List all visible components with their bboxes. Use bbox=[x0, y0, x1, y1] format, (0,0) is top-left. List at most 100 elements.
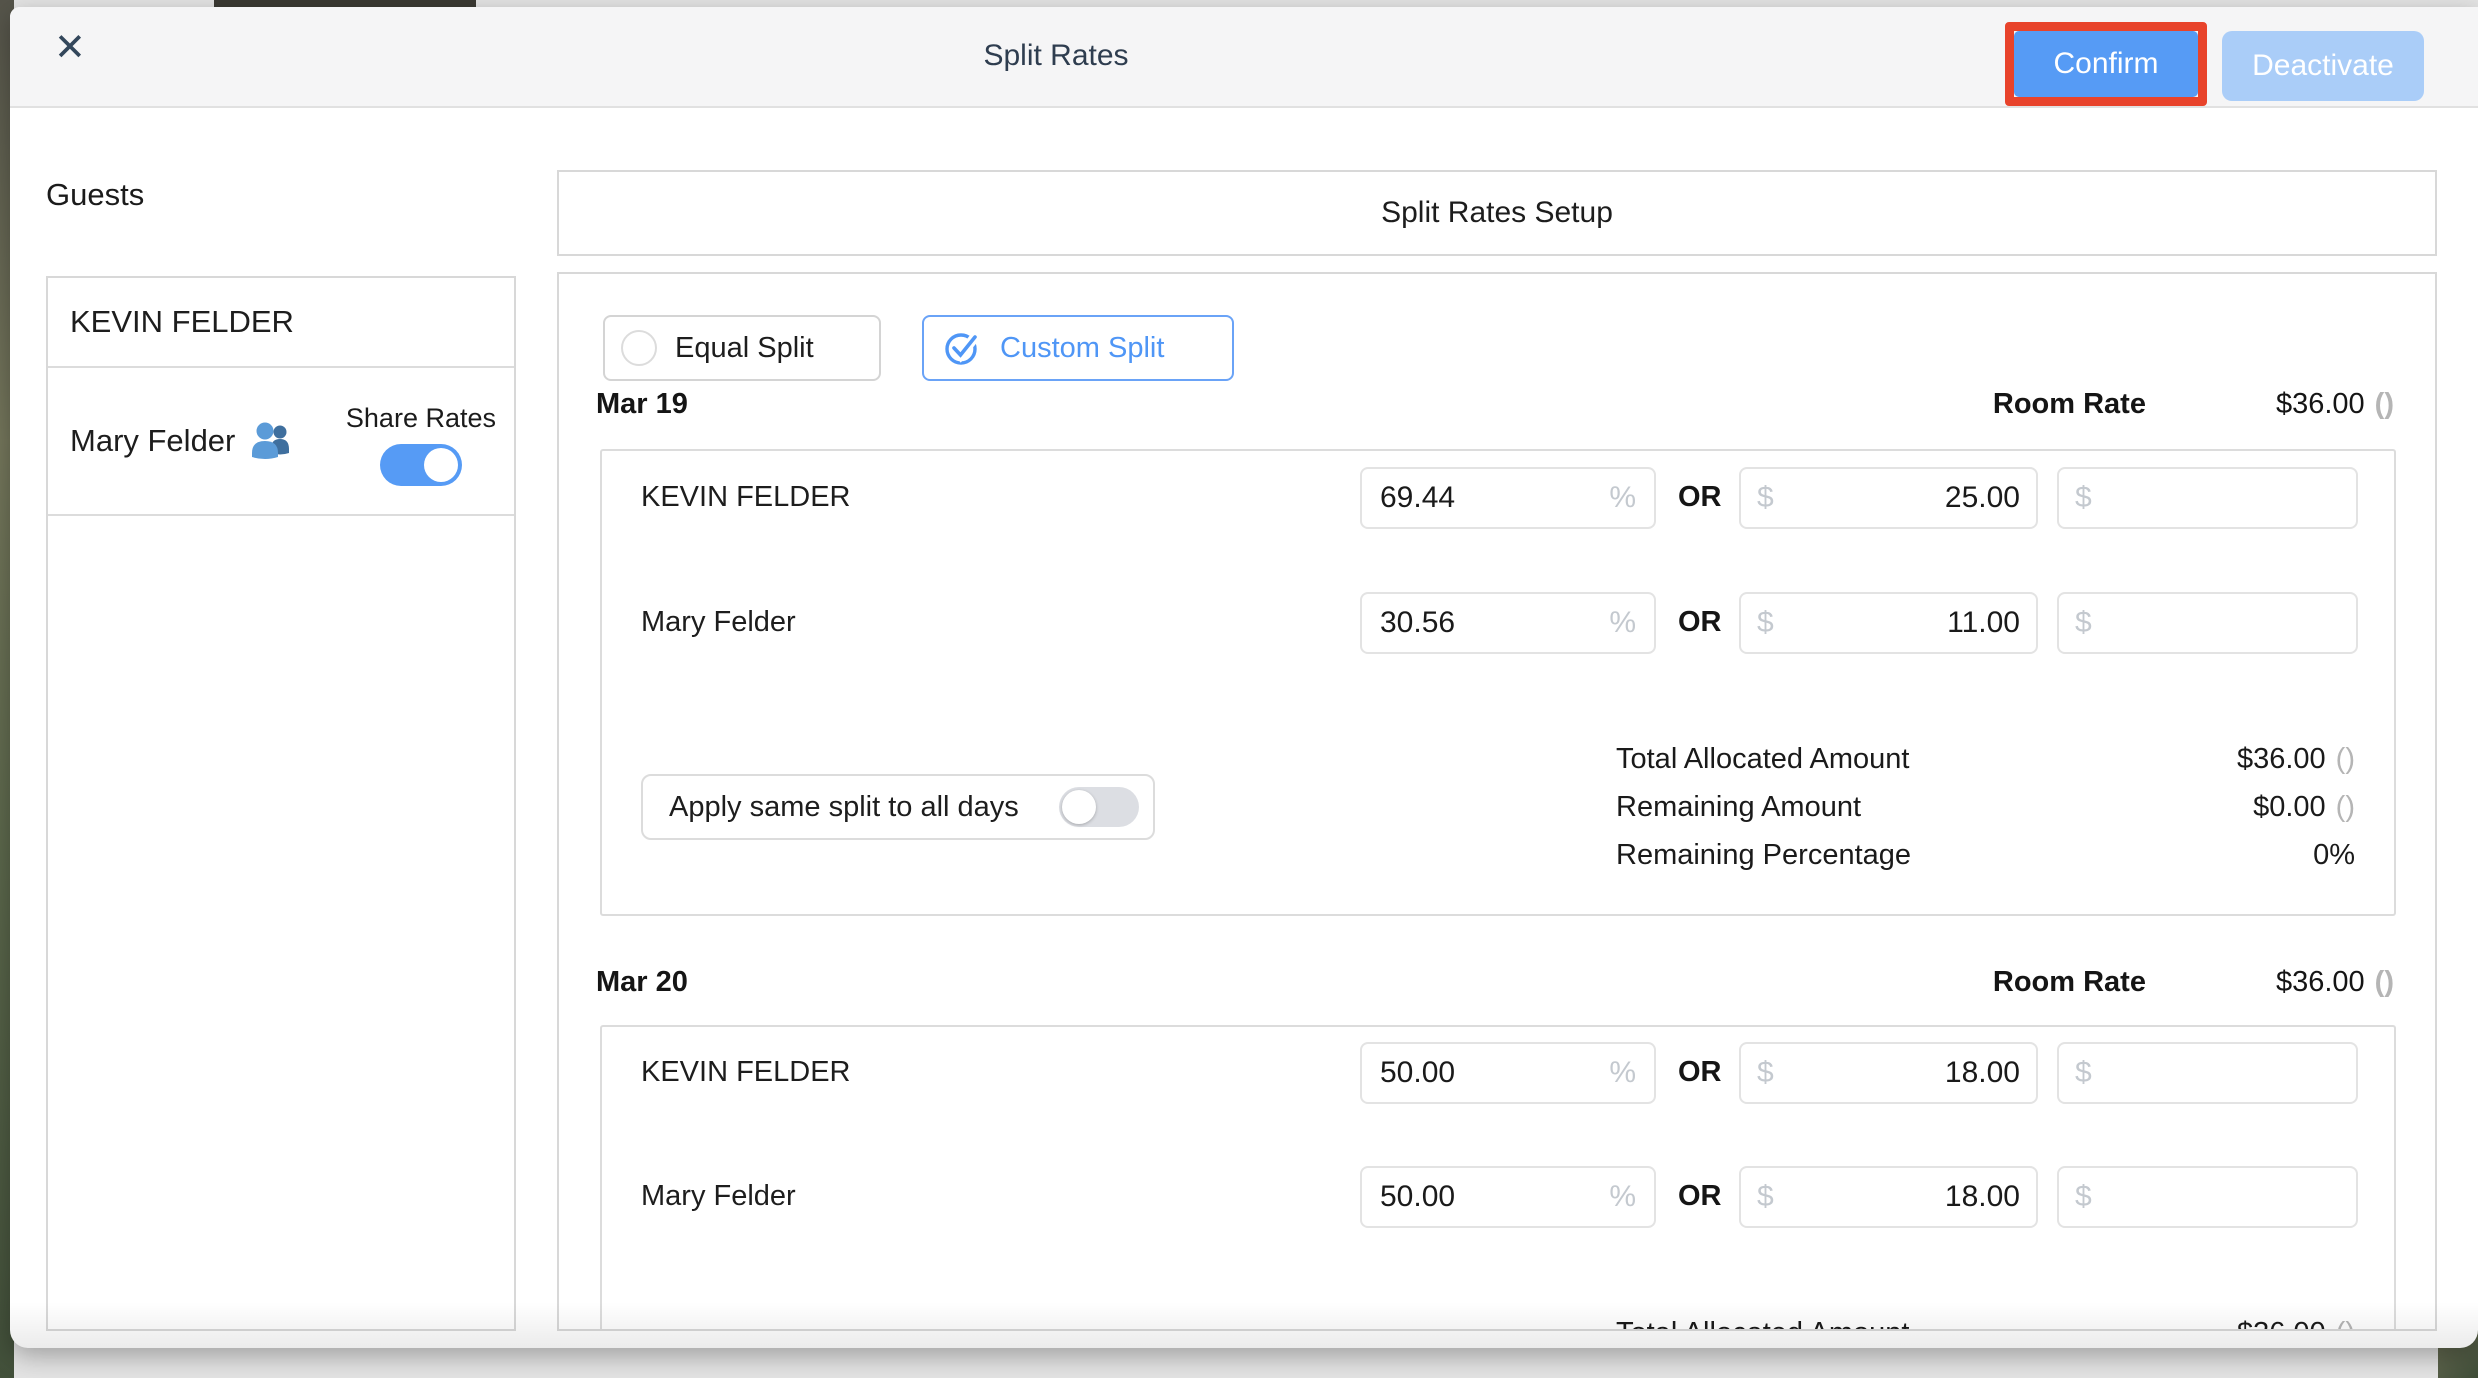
total-note: () bbox=[2336, 1317, 2355, 1331]
percent-input-box: % bbox=[1360, 467, 1656, 529]
deactivate-button[interactable]: Deactivate bbox=[2222, 31, 2424, 101]
dollar-sign: $ bbox=[1757, 606, 1774, 640]
percent-input-box: % bbox=[1360, 1042, 1656, 1104]
total-note: () bbox=[2336, 791, 2355, 823]
dollar-sign: $ bbox=[1757, 481, 1774, 515]
percent-sign: % bbox=[1609, 1180, 1636, 1214]
day-date: Mar 20 bbox=[596, 966, 688, 999]
total-allocated-row: Total Allocated Amount $36.00 () bbox=[1616, 1316, 2355, 1331]
percent-sign: % bbox=[1609, 606, 1636, 640]
confirm-annotation-highlight: Confirm bbox=[2005, 22, 2207, 106]
or-label: OR bbox=[1678, 1056, 1722, 1089]
dollar-sign: $ bbox=[2075, 606, 2092, 640]
total-value: $36.00 bbox=[2237, 743, 2326, 775]
dollar-sign: $ bbox=[2075, 1180, 2092, 1214]
modal-header: ✕ Split Rates Confirm Deactivate bbox=[10, 7, 2478, 108]
remaining-amount-row: Remaining Amount $0.00 () bbox=[1616, 790, 2355, 824]
day-date: Mar 19 bbox=[596, 388, 688, 421]
guest-row-kevin[interactable]: KEVIN FELDER bbox=[48, 278, 514, 368]
equal-split-label: Equal Split bbox=[675, 332, 814, 365]
room-rate-label: Room Rate bbox=[1993, 966, 2146, 998]
amount-input-box: $ bbox=[1739, 1042, 2038, 1104]
row-guest-name: KEVIN FELDER bbox=[641, 481, 851, 514]
amount-input-box: $ bbox=[1739, 467, 2038, 529]
extra-amount-input-box: $ bbox=[2057, 1042, 2358, 1104]
or-label: OR bbox=[1678, 1180, 1722, 1213]
total-allocated-row: Total Allocated Amount $36.00 () bbox=[1616, 742, 2355, 776]
total-label: Total Allocated Amount bbox=[1616, 742, 1909, 776]
room-rate-note: () bbox=[2375, 966, 2394, 998]
dollar-sign: $ bbox=[2075, 1056, 2092, 1090]
room-rate-value: $36.00 bbox=[2276, 388, 2365, 420]
percent-input-box: % bbox=[1360, 592, 1656, 654]
amount-input[interactable] bbox=[1782, 1056, 2020, 1090]
dollar-sign: $ bbox=[1757, 1056, 1774, 1090]
percent-input[interactable] bbox=[1380, 606, 1601, 640]
apply-same-split-label: Apply same split to all days bbox=[669, 791, 1019, 824]
setup-title: Split Rates Setup bbox=[557, 170, 2437, 256]
room-rate-note: () bbox=[2375, 388, 2394, 420]
amount-input[interactable] bbox=[1782, 606, 2020, 640]
amount-input-box: $ bbox=[1739, 1166, 2038, 1228]
remaining-percentage-row: Remaining Percentage 0% bbox=[1616, 838, 2355, 872]
extra-amount-input[interactable] bbox=[2100, 1180, 2340, 1214]
room-rate-label: Room Rate bbox=[1993, 388, 2146, 420]
shared-guests-icon bbox=[249, 422, 295, 460]
percent-input[interactable] bbox=[1380, 1056, 1601, 1090]
or-label: OR bbox=[1678, 606, 1722, 639]
day-box-mar19: KEVIN FELDER % OR $ $ Mary Felder % OR bbox=[600, 449, 2396, 916]
guest-name: KEVIN FELDER bbox=[70, 304, 294, 340]
guests-heading: Guests bbox=[46, 177, 144, 213]
total-label: Remaining Percentage bbox=[1616, 838, 1911, 872]
percent-input[interactable] bbox=[1380, 1180, 1601, 1214]
percent-input[interactable] bbox=[1380, 481, 1601, 515]
close-icon[interactable]: ✕ bbox=[54, 29, 86, 67]
amount-input[interactable] bbox=[1782, 481, 2020, 515]
amount-input[interactable] bbox=[1782, 1180, 2020, 1214]
total-note: () bbox=[2336, 743, 2355, 775]
dollar-sign: $ bbox=[1757, 1180, 1774, 1214]
extra-amount-input-box: $ bbox=[2057, 1166, 2358, 1228]
extra-amount-input-box: $ bbox=[2057, 592, 2358, 654]
extra-amount-input[interactable] bbox=[2100, 481, 2340, 515]
extra-amount-input-box: $ bbox=[2057, 467, 2358, 529]
day-header: Mar 19 Room Rate $36.00 () bbox=[596, 388, 2394, 421]
or-label: OR bbox=[1678, 481, 1722, 514]
row-guest-name: KEVIN FELDER bbox=[641, 1056, 851, 1089]
check-circle-icon bbox=[942, 328, 982, 368]
share-rates-label: Share Rates bbox=[346, 403, 496, 434]
modal-title: Split Rates bbox=[896, 39, 1216, 73]
day-totals: Total Allocated Amount $36.00 () Remainin… bbox=[1616, 742, 2355, 886]
guests-panel: KEVIN FELDER Mary Felder Share Rates bbox=[46, 276, 516, 1331]
room-rate-value: $36.00 bbox=[2276, 966, 2365, 998]
day-totals: Total Allocated Amount $36.00 () bbox=[1616, 1316, 2355, 1331]
total-label: Total Allocated Amount bbox=[1616, 1316, 1909, 1331]
percent-sign: % bbox=[1609, 481, 1636, 515]
percent-sign: % bbox=[1609, 1056, 1636, 1090]
row-guest-name: Mary Felder bbox=[641, 1180, 796, 1213]
equal-split-option[interactable]: Equal Split bbox=[603, 315, 881, 381]
radio-unchecked-icon bbox=[621, 330, 657, 366]
split-rates-modal: ✕ Split Rates Confirm Deactivate Guests … bbox=[10, 7, 2478, 1348]
percent-input-box: % bbox=[1360, 1166, 1656, 1228]
total-value: $36.00 bbox=[2237, 1317, 2326, 1331]
custom-split-option[interactable]: Custom Split bbox=[922, 315, 1234, 381]
confirm-button[interactable]: Confirm bbox=[2014, 31, 2198, 97]
total-value: 0% bbox=[2313, 839, 2355, 871]
custom-split-label: Custom Split bbox=[1000, 332, 1164, 365]
amount-input-box: $ bbox=[1739, 592, 2038, 654]
apply-same-split-box: Apply same split to all days bbox=[641, 774, 1155, 840]
extra-amount-input[interactable] bbox=[2100, 606, 2340, 640]
apply-same-split-toggle[interactable] bbox=[1059, 787, 1139, 827]
guest-name: Mary Felder bbox=[70, 423, 235, 459]
row-guest-name: Mary Felder bbox=[641, 606, 796, 639]
day-box-mar20: KEVIN FELDER % OR $ $ Mary Felder % OR bbox=[600, 1025, 2396, 1331]
total-label: Remaining Amount bbox=[1616, 790, 1861, 824]
guest-row-mary[interactable]: Mary Felder Share Rates bbox=[48, 368, 514, 516]
split-setup-panel: Equal Split Custom Split Mar 19 Room Rat… bbox=[557, 272, 2437, 1331]
share-rates-toggle[interactable] bbox=[380, 444, 462, 486]
extra-amount-input[interactable] bbox=[2100, 1056, 2340, 1090]
day-header: Mar 20 Room Rate $36.00 () bbox=[596, 966, 2394, 999]
dollar-sign: $ bbox=[2075, 481, 2092, 515]
total-value: $0.00 bbox=[2253, 791, 2326, 823]
